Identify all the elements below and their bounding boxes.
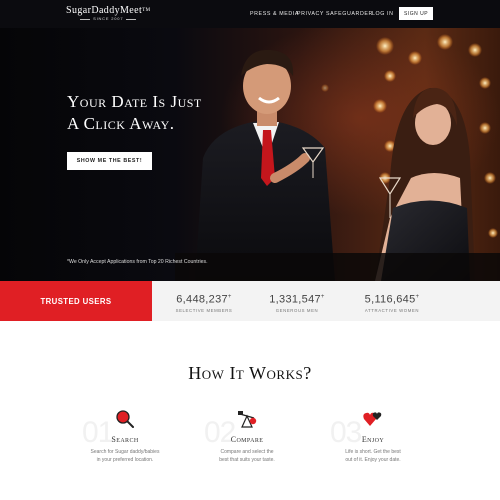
stat-label: GENEROUS MEN: [275, 307, 319, 313]
how-it-works-title: How It Works?: [188, 363, 312, 383]
step-number: 01: [82, 416, 114, 449]
step-name: Search: [111, 435, 139, 444]
magnifier-icon: [116, 410, 134, 428]
hero-title-line2: A Click Away.: [67, 114, 175, 133]
hero-section: Your Date Is Just A Click Away. SHOW ME …: [0, 28, 500, 281]
man-figure: [195, 49, 335, 281]
step-compare: 02 Compare Compare and select the best t…: [202, 408, 322, 478]
nav-privacy-safeguarder[interactable]: PRIVACY SAFEGUARDER: [297, 0, 373, 28]
stat-label: SELECTIVE MEMBERS: [175, 307, 233, 313]
stat-selective-members: 6,448,237+ SELECTIVE MEMBERS: [164, 291, 244, 313]
step-description: Compare and select the best that suits y…: [219, 449, 275, 463]
step-number: 03: [330, 416, 362, 449]
stat-generous-men: 1,331,547+ GENEROUS MEN: [257, 291, 337, 313]
show-me-the-best-button[interactable]: SHOW ME THE BEST!: [67, 152, 152, 170]
nav-login[interactable]: LOG IN: [372, 0, 394, 28]
logo-tm: TM: [142, 8, 151, 13]
hero-footnote: *We Only Accept Applications from Top 20…: [67, 259, 208, 265]
site-header: SugarDaddyMeetTM SINCE 2007 PRESS & MEDI…: [0, 0, 500, 28]
step-enjoy: 03 Enjoy Life is short. Get the best out…: [328, 408, 448, 478]
stat-value: 6,448,237+: [176, 293, 232, 306]
logo-text: SugarDaddyMeetTM: [66, 5, 151, 16]
stats-bar: TRUSTED USERS 6,448,237+ SELECTIVE MEMBE…: [0, 281, 500, 321]
step-description: Search for Sugar daddy/babies in your pr…: [90, 449, 160, 463]
nav-press-media[interactable]: PRESS & MEDIA: [250, 0, 299, 28]
signup-button[interactable]: SIGN UP: [399, 7, 433, 20]
hero-photo-couple: [175, 34, 500, 281]
stat-value: 1,331,547+: [269, 293, 325, 306]
step-name: Compare: [230, 435, 264, 444]
step-name: Enjoy: [361, 435, 385, 444]
stat-attractive-women: 5,116,645+ ATTRACTIVE WOMEN: [352, 291, 432, 313]
stat-value: 5,116,645+: [364, 293, 420, 306]
hearts-icon: [363, 412, 382, 426]
logo-since: SINCE 2007: [66, 16, 150, 22]
stat-label: ATTRACTIVE WOMEN: [364, 307, 420, 313]
hero-title: Your Date Is Just A Click Away.: [67, 91, 257, 135]
step-number: 02: [204, 416, 236, 449]
trusted-users-label: TRUSTED USERS: [0, 281, 152, 321]
step-description: Life is short. Get the best out of it. E…: [345, 449, 401, 463]
hero-title-line1: Your Date Is Just: [67, 92, 202, 111]
balance-icon: [238, 411, 257, 428]
step-search: 01 Search Search for Sugar daddy/babies …: [80, 408, 200, 478]
woman-figure: [375, 87, 475, 281]
logo[interactable]: SugarDaddyMeetTM SINCE 2007: [66, 6, 150, 22]
